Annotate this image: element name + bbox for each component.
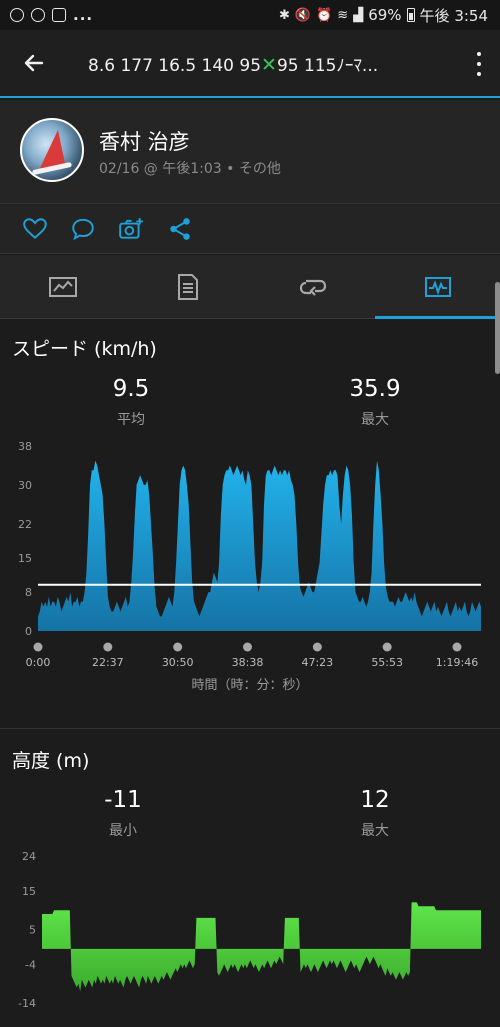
speed-x-tick: 1:19:46 (436, 656, 478, 669)
line-icon (10, 8, 24, 22)
speed-x-tick: 0:00 (26, 656, 51, 669)
elevation-y-tick: 24 (22, 850, 36, 863)
status-right: ✱ 🔇 ⏰ ≋ ▟ 69% 午後 3:54 (279, 5, 488, 26)
mute-icon: 🔇 (294, 7, 312, 23)
elevation-max-label: 最大 (361, 823, 389, 839)
activity-title: 8.6 177 16.5 140 95✕95 115ﾉｰﾏ... (88, 51, 458, 76)
title-x-mark: ✕ (261, 53, 277, 76)
status-left: ... (10, 6, 93, 24)
back-button[interactable] (6, 35, 62, 91)
section-divider (0, 728, 500, 729)
tab-charts[interactable] (375, 255, 500, 319)
speed-y-tick: 30 (18, 479, 32, 492)
elevation-chart[interactable]: -14 -4 5 15 24 (0, 846, 500, 1016)
elevation-y-tick: 5 (29, 924, 36, 937)
elevation-area-series (42, 902, 481, 992)
alarm-icon: ⏰ (316, 7, 333, 23)
signal-icon: ▟ (353, 7, 364, 23)
speed-chart[interactable]: 0 8 15 22 30 38 0:00 22:37 30:50 38:38 47:23 55:53 1… (0, 436, 500, 676)
sync-icon (31, 8, 45, 22)
back-arrow-icon (24, 54, 44, 72)
speed-x-marker (312, 642, 322, 652)
tab-details[interactable] (125, 255, 250, 318)
speed-x-title: 時間（時：分：秒） (191, 678, 309, 693)
speed-avg-value: 9.5 (112, 376, 150, 402)
speed-x-marker (382, 642, 392, 652)
wifi-icon: ≋ (337, 7, 349, 23)
action-row (0, 204, 500, 254)
comment-icon[interactable] (70, 216, 96, 242)
bluetooth-icon: ✱ (279, 7, 290, 23)
share-icon[interactable] (167, 216, 193, 242)
speed-x-tick: 47:23 (301, 656, 333, 669)
speed-max-value: 35.9 (349, 376, 401, 402)
activity-meta: 02/16 @ 午後1:03 • その他 (99, 161, 281, 177)
overflow-menu-button[interactable] (474, 52, 484, 76)
laps-icon (299, 279, 326, 296)
elevation-min-label: 最小 (109, 823, 137, 839)
user-name[interactable]: 香村 治彦 (99, 126, 190, 156)
speed-x-tick: 55:53 (371, 656, 403, 669)
profile-header: 香村 治彦 02/16 @ 午後1:03 • その他 (0, 100, 500, 204)
speed-x-tick: 22:37 (92, 656, 124, 669)
app-bar: 8.6 177 16.5 140 95✕95 115ﾉｰﾏ... (0, 30, 500, 98)
speed-avg-label: 平均 (117, 412, 145, 428)
speed-x-tick: 38:38 (232, 656, 264, 669)
tab-bar (0, 255, 500, 319)
status-bar: ... ✱ 🔇 ⏰ ≋ ▟ 69% 午後 3:54 (0, 0, 500, 30)
speed-y-tick: 22 (18, 518, 32, 531)
elevation-y-tick: -4 (25, 958, 36, 971)
speed-x-tick: 30:50 (162, 656, 194, 669)
title-part-1: 8.6 177 16.5 140 95 (88, 55, 262, 76)
speed-area-series (38, 460, 481, 631)
speed-y-tick: 38 (18, 440, 32, 453)
heart-icon[interactable] (22, 216, 48, 242)
speed-title: スピード (km/h) (12, 338, 157, 360)
speed-x-marker (243, 642, 252, 652)
tab-laps[interactable] (250, 255, 375, 318)
elevation-max-value: 12 (360, 787, 390, 813)
speed-x-marker (33, 642, 43, 652)
speed-y-tick: 15 (18, 552, 32, 565)
battery-icon (406, 8, 415, 22)
title-part-2: 95 115ﾉｰﾏ... (276, 55, 379, 76)
speed-y-tick: 0 (25, 625, 32, 638)
elevation-y-tick: -14 (18, 997, 36, 1010)
avatar[interactable] (20, 118, 84, 182)
elevation-y-tick: 15 (22, 885, 36, 898)
speed-max-label: 最大 (361, 412, 389, 428)
details-icon (177, 273, 198, 300)
charts-icon (424, 276, 451, 297)
overview-icon (48, 276, 77, 297)
tab-overview[interactable] (0, 255, 125, 318)
speed-x-marker (103, 642, 113, 652)
drive-icon (52, 8, 66, 22)
scrollbar[interactable] (495, 282, 500, 374)
speed-y-tick: 8 (25, 586, 32, 599)
battery-percent: 69% (368, 6, 402, 24)
speed-x-marker (452, 642, 462, 652)
speed-x-marker (173, 642, 183, 652)
elevation-min-value: -11 (104, 787, 142, 813)
more-notifications: ... (73, 6, 94, 24)
add-photo-icon[interactable] (118, 216, 144, 242)
clock: 午後 3:54 (419, 6, 488, 25)
elevation-title: 高度 (m) (12, 750, 90, 772)
